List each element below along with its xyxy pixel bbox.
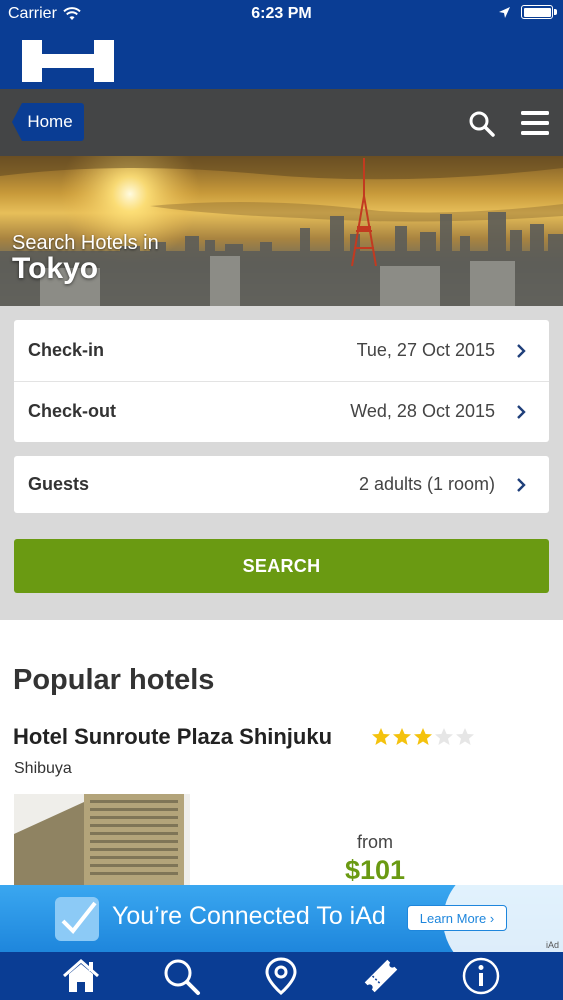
star-filled-icon — [414, 728, 432, 745]
map-pin-icon[interactable] — [261, 956, 301, 996]
checkout-value: Wed, 28 Oct 2015 — [350, 401, 495, 421]
checkin-value: Tue, 27 Oct 2015 — [356, 340, 495, 360]
status-time: 6:23 PM — [251, 5, 312, 22]
checkin-row[interactable]: Check-in Tue, 27 Oct 2015 — [14, 320, 549, 381]
info-icon[interactable] — [461, 956, 501, 996]
chevron-right-icon — [517, 404, 526, 419]
learn-more-label: Learn More — [419, 910, 487, 926]
price-from-label: from — [357, 832, 393, 852]
popular-hotels-title: Popular hotels — [13, 664, 215, 696]
hotel-star-rating — [371, 727, 475, 747]
iad-text: You’re Connected To iAd — [112, 902, 386, 930]
home-button[interactable]: Home — [12, 103, 84, 141]
star-empty-icon — [456, 728, 474, 745]
star-filled-icon — [372, 728, 390, 745]
dates-card: Check-in Tue, 27 Oct 2015 Check-out Wed,… — [14, 320, 549, 442]
iad-tag: iAd — [545, 940, 559, 950]
checkout-label: Check-out — [28, 401, 117, 421]
ticket-icon[interactable] — [361, 956, 401, 996]
app-header: Carrier 6:23 PM — [0, 0, 563, 89]
hotels-h-logo[interactable] — [22, 40, 114, 82]
search-icon[interactable] — [469, 111, 495, 137]
hotel-price: $101 — [345, 855, 406, 885]
chevron-right-icon — [517, 477, 526, 492]
hamburger-menu-icon[interactable] — [521, 111, 549, 135]
guests-label: Guests — [28, 474, 90, 494]
star-filled-icon — [393, 728, 411, 745]
home-icon[interactable] — [61, 956, 101, 996]
status-bar: Carrier 6:23 PM — [0, 0, 563, 30]
star-empty-icon — [435, 728, 453, 745]
search-form: Check-in Tue, 27 Oct 2015 Check-out Wed,… — [0, 306, 563, 620]
nav-bar: Home — [0, 89, 563, 156]
hero-city: Tokyo — [12, 252, 99, 285]
hero-banner: Search Hotels in Tokyo — [0, 156, 563, 306]
guests-row[interactable]: Guests 2 adults (1 room) — [14, 454, 549, 515]
checkout-row[interactable]: Check-out Wed, 28 Oct 2015 — [14, 381, 549, 442]
hotel-photo[interactable] — [14, 794, 190, 886]
guests-value: 2 adults (1 room) — [358, 474, 495, 494]
search-button[interactable]: SEARCH — [14, 539, 549, 593]
chevron-right-icon: › — [489, 910, 495, 926]
battery-icon — [521, 5, 557, 19]
hotel-building-image — [14, 794, 190, 886]
status-right — [498, 5, 557, 19]
iad-banner[interactable]: You’re Connected To iAd Learn More › iAd — [0, 885, 563, 952]
location-arrow-icon — [499, 6, 510, 18]
checkin-label: Check-in — [28, 340, 105, 360]
chevron-right-icon — [517, 343, 526, 358]
guests-card: Guests 2 adults (1 room) — [14, 456, 549, 513]
search-icon[interactable] — [161, 956, 201, 996]
hotel-area: Shibuya — [14, 760, 72, 777]
checkmark-icon — [55, 897, 99, 941]
tab-bar — [0, 952, 563, 1000]
learn-more-button[interactable]: Learn More › — [407, 905, 507, 931]
hotel-name[interactable]: Hotel Sunroute Plaza Shinjuku — [13, 724, 332, 750]
